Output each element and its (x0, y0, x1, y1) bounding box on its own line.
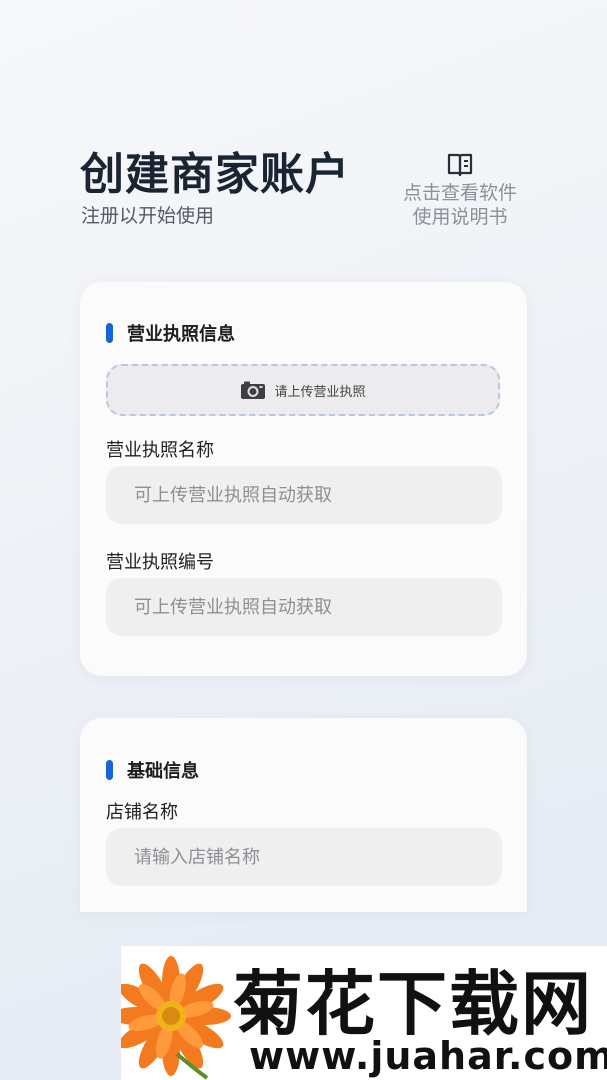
license-section-header: 营业执照信息 (106, 320, 235, 346)
camera-icon (241, 381, 266, 399)
manual-link[interactable]: 点击查看软件 使用说明书 (395, 152, 525, 229)
store-name-input[interactable] (106, 828, 502, 886)
basic-section-title: 基础信息 (127, 761, 199, 782)
basic-info-card: 基础信息 店铺名称 (80, 718, 527, 912)
book-icon (447, 153, 473, 177)
watermark-url: www.juahar.com (249, 1034, 607, 1078)
manual-link-line1: 点击查看软件 (402, 182, 517, 204)
license-section-title: 营业执照信息 (127, 324, 235, 345)
basic-section-header: 基础信息 (106, 757, 199, 783)
manual-link-line2: 使用说明书 (412, 206, 508, 228)
license-number-input[interactable] (106, 578, 502, 636)
upload-license-label: 请上传营业执照 (274, 384, 366, 400)
license-number-label: 营业执照编号 (106, 552, 214, 573)
section-accent-bar (106, 323, 113, 343)
license-card: 营业执照信息 请上传营业执照 营业执照名称 营业执照编号 (80, 282, 527, 676)
upload-license-button[interactable]: 请上传营业执照 (106, 364, 500, 416)
section-accent-bar (106, 760, 113, 780)
flower-logo-icon (121, 956, 231, 1080)
license-name-input[interactable] (106, 466, 502, 524)
license-name-label: 营业执照名称 (106, 440, 214, 461)
page-title: 创建商家账户 (80, 149, 350, 200)
watermark-banner: 菊花下载网 www.juahar.com (121, 946, 607, 1080)
page-subtitle: 注册以开始使用 (81, 205, 215, 227)
store-name-label: 店铺名称 (106, 802, 178, 823)
